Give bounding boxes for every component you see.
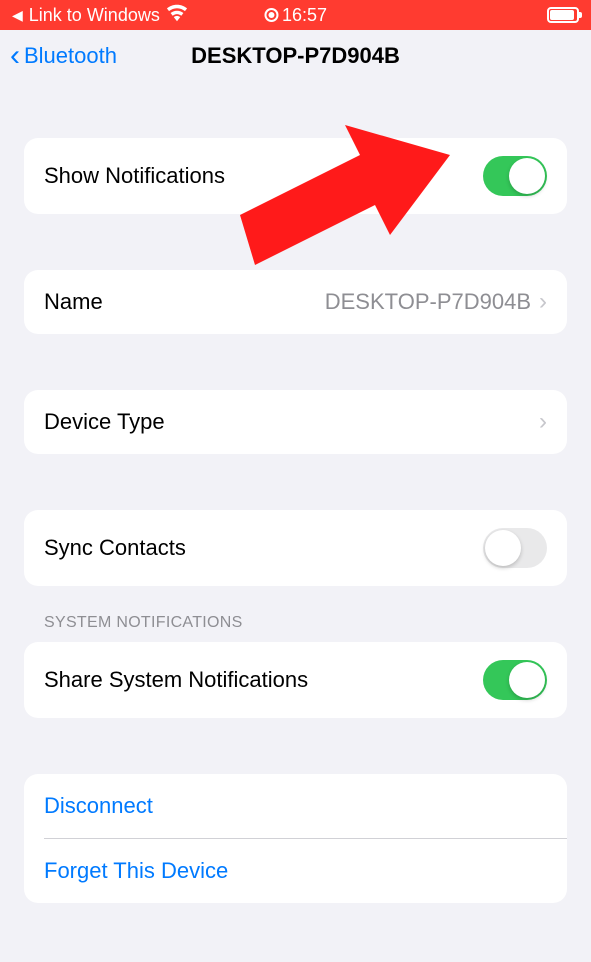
status-bar-center: 16:57 — [264, 5, 327, 26]
wifi-icon — [166, 2, 188, 29]
system-notifications-header: SYSTEM NOTIFICATIONS — [24, 614, 567, 642]
name-cell[interactable]: Name DESKTOP-P7D904B › — [24, 270, 567, 334]
page-title: DESKTOP-P7D904B — [191, 43, 400, 69]
back-to-app-triangle-icon: ◀ — [12, 7, 23, 24]
name-label: Name — [44, 289, 103, 315]
share-system-notifications-label: Share System Notifications — [44, 667, 308, 693]
status-bar: ◀ Link to Windows 16:57 — [0, 0, 591, 30]
forget-device-label: Forget This Device — [44, 858, 228, 884]
chevron-left-icon: ‹ — [10, 41, 20, 71]
device-type-cell[interactable]: Device Type › — [24, 390, 567, 454]
back-button[interactable]: ‹ Bluetooth — [10, 41, 117, 71]
status-bar-right — [547, 7, 579, 23]
forget-device-button[interactable]: Forget This Device — [24, 839, 567, 903]
sync-contacts-cell[interactable]: Sync Contacts — [24, 510, 567, 586]
name-value: DESKTOP-P7D904B — [325, 289, 531, 315]
show-notifications-toggle[interactable] — [483, 156, 547, 196]
sync-contacts-toggle[interactable] — [483, 528, 547, 568]
chevron-right-icon: › — [539, 288, 547, 316]
sync-contacts-label: Sync Contacts — [44, 535, 186, 561]
share-system-notifications-toggle[interactable] — [483, 660, 547, 700]
show-notifications-label: Show Notifications — [44, 163, 225, 189]
battery-icon — [547, 7, 579, 23]
device-type-label: Device Type — [44, 409, 165, 435]
back-button-label: Bluetooth — [24, 43, 117, 69]
share-system-notifications-cell[interactable]: Share System Notifications — [24, 642, 567, 718]
disconnect-label: Disconnect — [44, 793, 153, 819]
disconnect-button[interactable]: Disconnect — [24, 774, 567, 838]
navigation-bar: ‹ Bluetooth DESKTOP-P7D904B — [0, 30, 591, 82]
back-to-app-label: Link to Windows — [29, 5, 160, 26]
screen-record-icon — [264, 8, 278, 22]
status-bar-left[interactable]: ◀ Link to Windows — [12, 2, 188, 29]
chevron-right-icon: › — [539, 408, 547, 436]
show-notifications-cell[interactable]: Show Notifications — [24, 138, 567, 214]
status-time: 16:57 — [282, 5, 327, 26]
